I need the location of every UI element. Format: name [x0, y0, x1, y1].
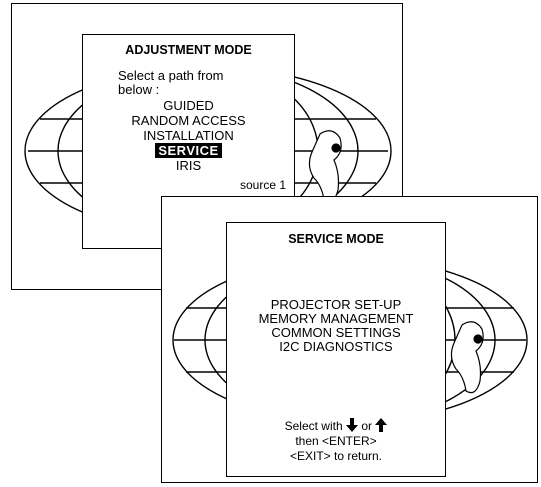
- source-indicator: source 1: [239, 178, 286, 192]
- menu-item-projector-setup[interactable]: PROJECTOR SET-UP: [227, 298, 445, 312]
- arrow-down-icon: [346, 418, 358, 432]
- help-line-2: then <ENTER>: [295, 434, 377, 448]
- menu-item-service-row: SERVICE: [83, 143, 294, 158]
- help-or: or: [361, 419, 373, 433]
- arrow-up-icon: [375, 418, 388, 432]
- adjustment-prompt-line2: below :: [118, 82, 160, 97]
- adjustment-prompt-line1: Select a path from: [118, 68, 224, 83]
- menu-item-common-settings[interactable]: COMMON SETTINGS: [227, 326, 445, 340]
- service-window: SERVICE MODE PROJECTOR SET-UP MEMORY MAN…: [161, 196, 538, 483]
- menu-item-service[interactable]: SERVICE: [155, 143, 222, 158]
- menu-item-i2c-diagnostics[interactable]: I2C DIAGNOSTICS: [227, 340, 445, 354]
- help-select-with: Select with: [284, 419, 343, 433]
- menu-item-memory-management[interactable]: MEMORY MANAGEMENT: [227, 312, 445, 326]
- adjustment-menu-title: ADJUSTMENT MODE: [125, 43, 252, 57]
- menu-item-guided[interactable]: GUIDED: [83, 99, 294, 113]
- help-line-1: Select with or: [227, 418, 445, 433]
- menu-item-installation[interactable]: INSTALLATION: [83, 129, 294, 143]
- menu-item-random-access[interactable]: RANDOM ACCESS: [83, 114, 294, 128]
- service-menu-panel: SERVICE MODE PROJECTOR SET-UP MEMORY MAN…: [226, 222, 446, 477]
- service-menu-title: SERVICE MODE: [288, 232, 384, 246]
- help-line-3: <EXIT> to return.: [289, 449, 383, 463]
- menu-item-iris[interactable]: IRIS: [83, 159, 294, 173]
